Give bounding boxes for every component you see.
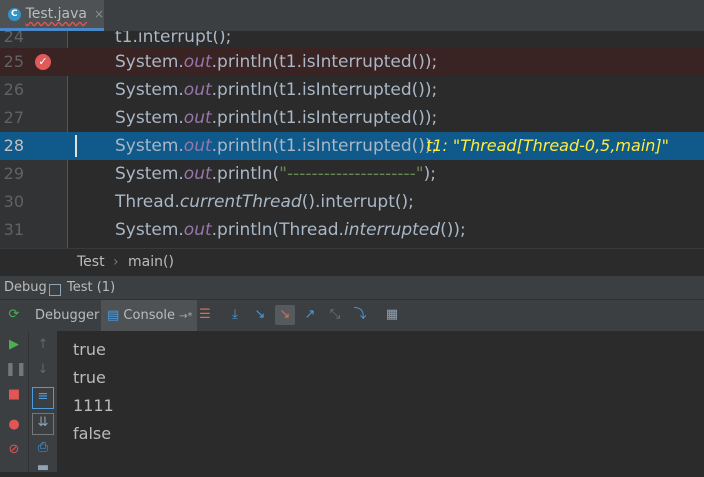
console-line: 1111: [73, 396, 114, 415]
tab-test-java[interactable]: C Test.java ×: [0, 0, 104, 31]
console-actions-bar: ↑ ↓ ≡ ⇊ ⎙ ▬: [28, 331, 58, 475]
editor-tab-bar: C Test.java ×: [0, 0, 704, 32]
debug-actions-bar: ▶ ❚❚ ■ ● ⊘: [0, 331, 28, 472]
step-out-icon[interactable]: ↗: [300, 305, 320, 325]
code-text: System.out.println(t1.isInterrupted());: [115, 52, 438, 72]
scroll-to-end-icon[interactable]: ⇊: [32, 413, 54, 435]
print-icon[interactable]: ⎙: [34, 439, 52, 457]
mute-breakpoints-icon[interactable]: ⊘: [5, 441, 23, 459]
resume-icon[interactable]: ▶: [5, 336, 23, 354]
console-output[interactable]: true true 1111 false: [57, 331, 704, 472]
console-line: true: [73, 340, 106, 359]
up-arrow-icon[interactable]: ↑: [34, 336, 52, 354]
debug-tool-window-header: Debug Test (1): [0, 275, 704, 300]
clear-all-icon[interactable]: ▬: [34, 459, 52, 477]
breakpoint-icon[interactable]: ✓: [35, 54, 51, 70]
code-editor[interactable]: 24 t1.interrupt(); 25 ✓ System.out.print…: [0, 31, 704, 248]
run-config-tab[interactable]: Test (1): [67, 280, 115, 295]
console-line: true: [73, 368, 106, 387]
run-to-cursor-icon[interactable]: ⤵: [350, 305, 370, 325]
console-line: false: [73, 424, 112, 443]
code-text: Thread.currentThread().interrupt();: [115, 192, 414, 212]
line-number: 29: [3, 164, 24, 183]
inline-debug-value: t1: "Thread[Thread-0,5,main]": [426, 136, 670, 155]
code-line-breakpoint[interactable]: 25 ✓ System.out.println(t1.isInterrupted…: [0, 48, 704, 76]
code-text: System.out.println(t1.isInterrupted());: [115, 136, 438, 156]
console-icon: ▤: [107, 308, 124, 323]
line-number: 27: [3, 108, 24, 127]
close-icon[interactable]: ×: [94, 7, 104, 21]
line-number: 30: [3, 192, 24, 211]
force-step-into-icon[interactable]: ↘: [275, 305, 295, 325]
soft-wrap-icon[interactable]: ≡: [32, 387, 54, 409]
breadcrumb: Test › main(): [0, 248, 704, 276]
text-caret: [75, 135, 77, 157]
rerun-icon[interactable]: ⟳: [4, 305, 24, 325]
java-class-icon: C: [8, 7, 21, 21]
view-breakpoints-icon[interactable]: ●: [5, 416, 23, 434]
line-number: 28: [3, 136, 24, 155]
code-text: System.out.println(t1.isInterrupted());: [115, 80, 438, 100]
tab-debugger[interactable]: Debugger: [30, 300, 104, 331]
debug-toolbar: ⟳ Debugger ▤ Console →* ☰ ⤓ ↘ ↘ ↗ ⤡ ⤵ ▦: [0, 299, 704, 332]
show-execution-point-icon[interactable]: ☰: [195, 305, 215, 325]
pause-icon[interactable]: ❚❚: [5, 361, 27, 379]
debug-title: Debug: [4, 280, 47, 295]
stop-icon[interactable]: ■: [5, 386, 23, 404]
line-number: 26: [3, 80, 24, 99]
code-line[interactable]: 29 System.out.println("-----------------…: [0, 160, 704, 188]
evaluate-expression-icon[interactable]: ▦: [382, 305, 402, 325]
tab-label: Test.java: [25, 6, 87, 22]
step-into-icon[interactable]: ↘: [250, 305, 270, 325]
code-line-execution-point[interactable]: 28 System.out.println(t1.isInterrupted()…: [0, 132, 704, 160]
code-line[interactable]: 26 System.out.println(t1.isInterrupted()…: [0, 76, 704, 104]
code-text: System.out.println(t1.isInterrupted());: [115, 108, 438, 128]
code-line[interactable]: 27 System.out.println(t1.isInterrupted()…: [0, 104, 704, 132]
code-line[interactable]: 31 System.out.println(Thread.interrupted…: [0, 216, 704, 244]
breadcrumb-method[interactable]: main(): [128, 254, 174, 270]
down-arrow-icon[interactable]: ↓: [34, 361, 52, 379]
breadcrumb-separator: ›: [113, 254, 119, 270]
line-number: 25: [3, 52, 24, 71]
code-text: System.out.println(Thread.interrupted())…: [115, 220, 466, 240]
step-over-icon[interactable]: ⤓: [225, 305, 245, 325]
drop-frame-icon[interactable]: ⤡: [325, 305, 345, 325]
tab-console[interactable]: ▤ Console →*: [101, 300, 197, 331]
code-text: System.out.println("--------------------…: [115, 164, 436, 184]
code-line[interactable]: 30 Thread.currentThread().interrupt();: [0, 188, 704, 216]
line-number: 31: [3, 220, 24, 239]
breadcrumb-class[interactable]: Test: [77, 254, 105, 270]
